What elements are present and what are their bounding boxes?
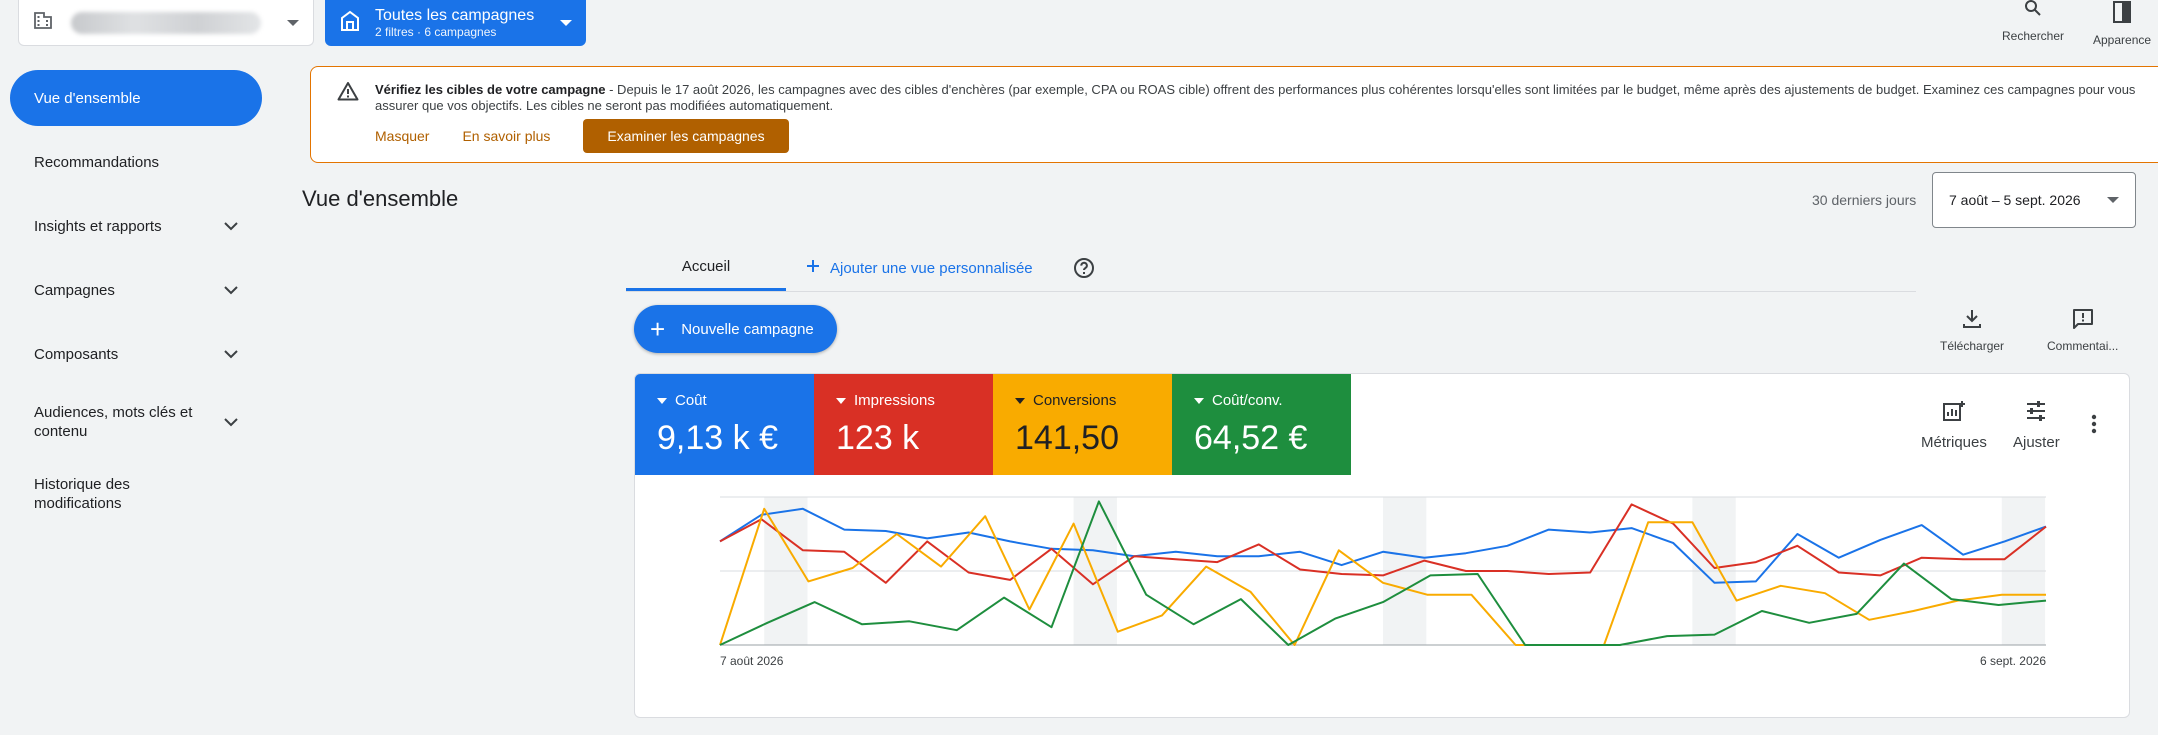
sidebar-item-recommendations[interactable]: Recommandations: [10, 134, 262, 190]
target-warning-banner: Vérifiez les cibles de votre campagne - …: [310, 66, 2158, 163]
download-label: Télécharger: [1940, 339, 2005, 353]
add-view-label: Ajouter une vue personnalisée: [830, 259, 1033, 277]
dismiss-link[interactable]: Masquer: [375, 128, 429, 144]
appearance-button[interactable]: Apparence: [2093, 0, 2151, 47]
warning-icon: [337, 81, 359, 106]
adjust-button[interactable]: Ajuster: [2013, 400, 2060, 451]
metric-label: Coût/conv.: [1212, 392, 1283, 409]
dropdown-icon: [657, 397, 667, 404]
chevron-down-icon: [224, 285, 238, 294]
chevron-down-icon: [560, 20, 572, 26]
x-axis-start-label: 7 août 2026: [720, 654, 784, 668]
campaign-filter-subtitle: 2 filtres · 6 campagnes: [375, 25, 497, 40]
view-tabs: Accueil Ajouter une vue personnalisée: [626, 246, 1916, 292]
metric-value: 64,52 €: [1194, 419, 1308, 457]
banner-title: Vérifiez les cibles de votre campagne: [375, 82, 606, 97]
metric-cost[interactable]: Coût 9,13 k €: [635, 374, 814, 475]
plus-icon: [806, 259, 820, 277]
performance-card: Coût 9,13 k € Impressions 123 k Conversi…: [634, 373, 2130, 718]
sidebar-nav: Vue d'ensemble Recommandations Insights …: [10, 70, 262, 534]
chevron-down-icon: [224, 221, 238, 230]
metric-impressions[interactable]: Impressions 123 k: [814, 374, 993, 475]
sidebar-item-label: Composants: [34, 345, 119, 363]
search-label: Rechercher: [2002, 29, 2065, 43]
date-range-picker[interactable]: 7 août – 5 sept. 2026: [1932, 172, 2136, 228]
metrics-label: Métriques: [1921, 434, 1987, 451]
metric-value: 141,50: [1015, 419, 1119, 457]
chevron-down-icon: [287, 19, 299, 26]
appearance-label: Apparence: [2093, 33, 2152, 47]
performance-line-chart: 7 août 2026 6 sept. 2026: [719, 496, 2047, 668]
sidebar-item-label: Audiences, mots clés et contenu: [34, 403, 193, 441]
comment-icon: [2072, 308, 2094, 333]
sidebar-item-label: Vue d'ensemble: [34, 89, 141, 107]
chevron-down-icon: [224, 417, 238, 426]
sidebar-item-label: Campagnes: [34, 281, 115, 299]
download-icon: [1961, 308, 1983, 333]
chevron-down-icon: [2107, 197, 2119, 203]
metric-label: Coût: [675, 392, 707, 409]
metric-label: Conversions: [1033, 392, 1117, 409]
metric-conversions[interactable]: Conversions 141,50: [993, 374, 1172, 475]
date-range-value: 7 août – 5 sept. 2026: [1949, 192, 2081, 208]
metric-cost-per-conversion[interactable]: Coût/conv. 64,52 €: [1172, 374, 1351, 475]
campaign-filter-title: Toutes les campagnes: [375, 7, 535, 25]
new-campaign-label: Nouvelle campagne: [681, 320, 814, 338]
sidebar-item-insights[interactable]: Insights et rapports: [10, 198, 262, 254]
chevron-down-icon: [224, 349, 238, 358]
sidebar-item-campaigns[interactable]: Campagnes: [10, 262, 262, 318]
metrics-button[interactable]: Métriques: [1921, 400, 1987, 451]
learn-more-link[interactable]: En savoir plus: [462, 128, 550, 144]
account-selector[interactable]: [18, 0, 314, 46]
more-options-icon[interactable]: [2091, 414, 2097, 439]
date-range-label: 30 derniers jours: [1812, 192, 1917, 208]
tune-icon: [2025, 400, 2047, 426]
download-button[interactable]: Télécharger: [1940, 308, 2004, 353]
account-name-redacted: [71, 11, 261, 34]
metric-value: 9,13 k €: [657, 419, 778, 457]
tab-home[interactable]: Accueil: [626, 245, 786, 291]
help-icon[interactable]: [1073, 245, 1095, 291]
metric-label: Impressions: [854, 392, 935, 409]
appearance-icon: [2111, 0, 2133, 33]
new-campaign-button[interactable]: + Nouvelle campagne: [634, 305, 837, 353]
sidebar-item-label: Insights et rapports: [34, 217, 162, 235]
campaign-filter-selector[interactable]: Toutes les campagnes 2 filtres · 6 campa…: [325, 0, 586, 46]
campaign-icon: [339, 10, 361, 37]
banner-message: Vérifiez les cibles de votre campagne - …: [375, 82, 2158, 114]
sidebar-item-label: Historique des modifications: [34, 475, 130, 513]
review-campaigns-button[interactable]: Examiner les campagnes: [583, 119, 789, 153]
sidebar-item-change-history[interactable]: Historique des modifications: [10, 462, 262, 526]
sidebar-item-audiences[interactable]: Audiences, mots clés et contenu: [10, 390, 262, 454]
sidebar-item-assets[interactable]: Composants: [10, 326, 262, 382]
adjust-label: Ajuster: [2013, 434, 2060, 451]
comments-button[interactable]: Commentai...: [2047, 308, 2118, 353]
sidebar-item-overview[interactable]: Vue d'ensemble: [10, 70, 262, 126]
page-title: Vue d'ensemble: [302, 186, 459, 211]
search-icon: [2022, 0, 2044, 29]
search-button[interactable]: Rechercher: [2002, 0, 2064, 43]
tab-add-custom-view[interactable]: Ajouter une vue personnalisée: [786, 245, 1053, 291]
dropdown-icon: [836, 397, 846, 404]
sidebar-item-label: Recommandations: [34, 153, 160, 171]
comments-label: Commentai...: [2047, 339, 2119, 353]
plus-icon: +: [650, 314, 666, 344]
metric-value: 123 k: [836, 419, 920, 457]
banner-text: - Depuis le 17 août 2026, les campagnes …: [375, 82, 2136, 113]
building-icon: [33, 10, 53, 35]
dropdown-icon: [1194, 397, 1204, 404]
add-chart-icon: [1942, 400, 1966, 426]
x-axis-end-label: 6 sept. 2026: [1980, 654, 2046, 668]
dropdown-icon: [1015, 397, 1025, 404]
